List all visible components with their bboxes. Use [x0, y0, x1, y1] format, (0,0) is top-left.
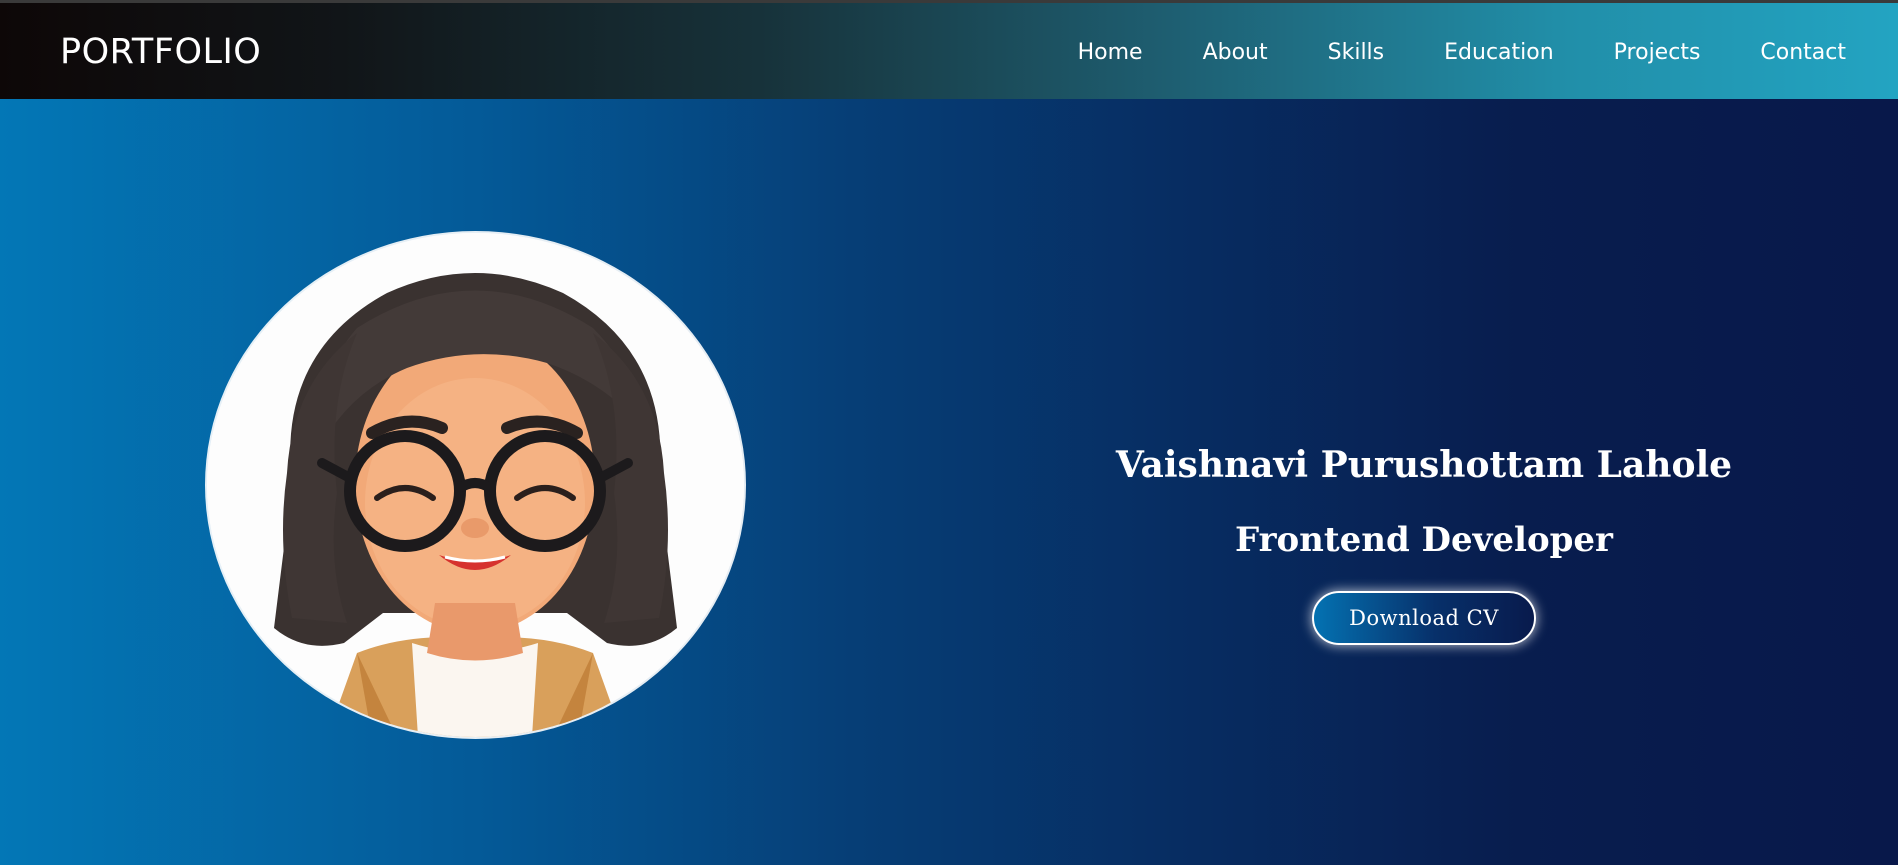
avatar [207, 233, 744, 737]
download-cv-button[interactable]: Download CV [1312, 591, 1536, 645]
nav-link-projects[interactable]: Projects [1614, 39, 1701, 67]
site-logo[interactable]: PORTFOLIO [60, 32, 261, 72]
nav-link-skills[interactable]: Skills [1328, 39, 1385, 67]
hero-section: Vaishnavi Purushottam Lahole Frontend De… [0, 99, 1898, 865]
hero-intro: Vaishnavi Purushottam Lahole Frontend De… [1040, 443, 1808, 645]
hero-role: Frontend Developer [1235, 520, 1613, 560]
nav-menu: Home About Skills Education Projects Con… [1018, 39, 1846, 67]
navbar: PORTFOLIO Home About Skills Education Pr… [0, 3, 1898, 99]
nav-link-education[interactable]: Education [1444, 39, 1554, 67]
nav-link-home[interactable]: Home [1078, 39, 1143, 67]
avatar-illustration-icon [207, 233, 744, 737]
hero-name: Vaishnavi Purushottam Lahole [1115, 444, 1733, 486]
nav-link-contact[interactable]: Contact [1760, 39, 1846, 67]
nav-link-about[interactable]: About [1203, 39, 1268, 67]
